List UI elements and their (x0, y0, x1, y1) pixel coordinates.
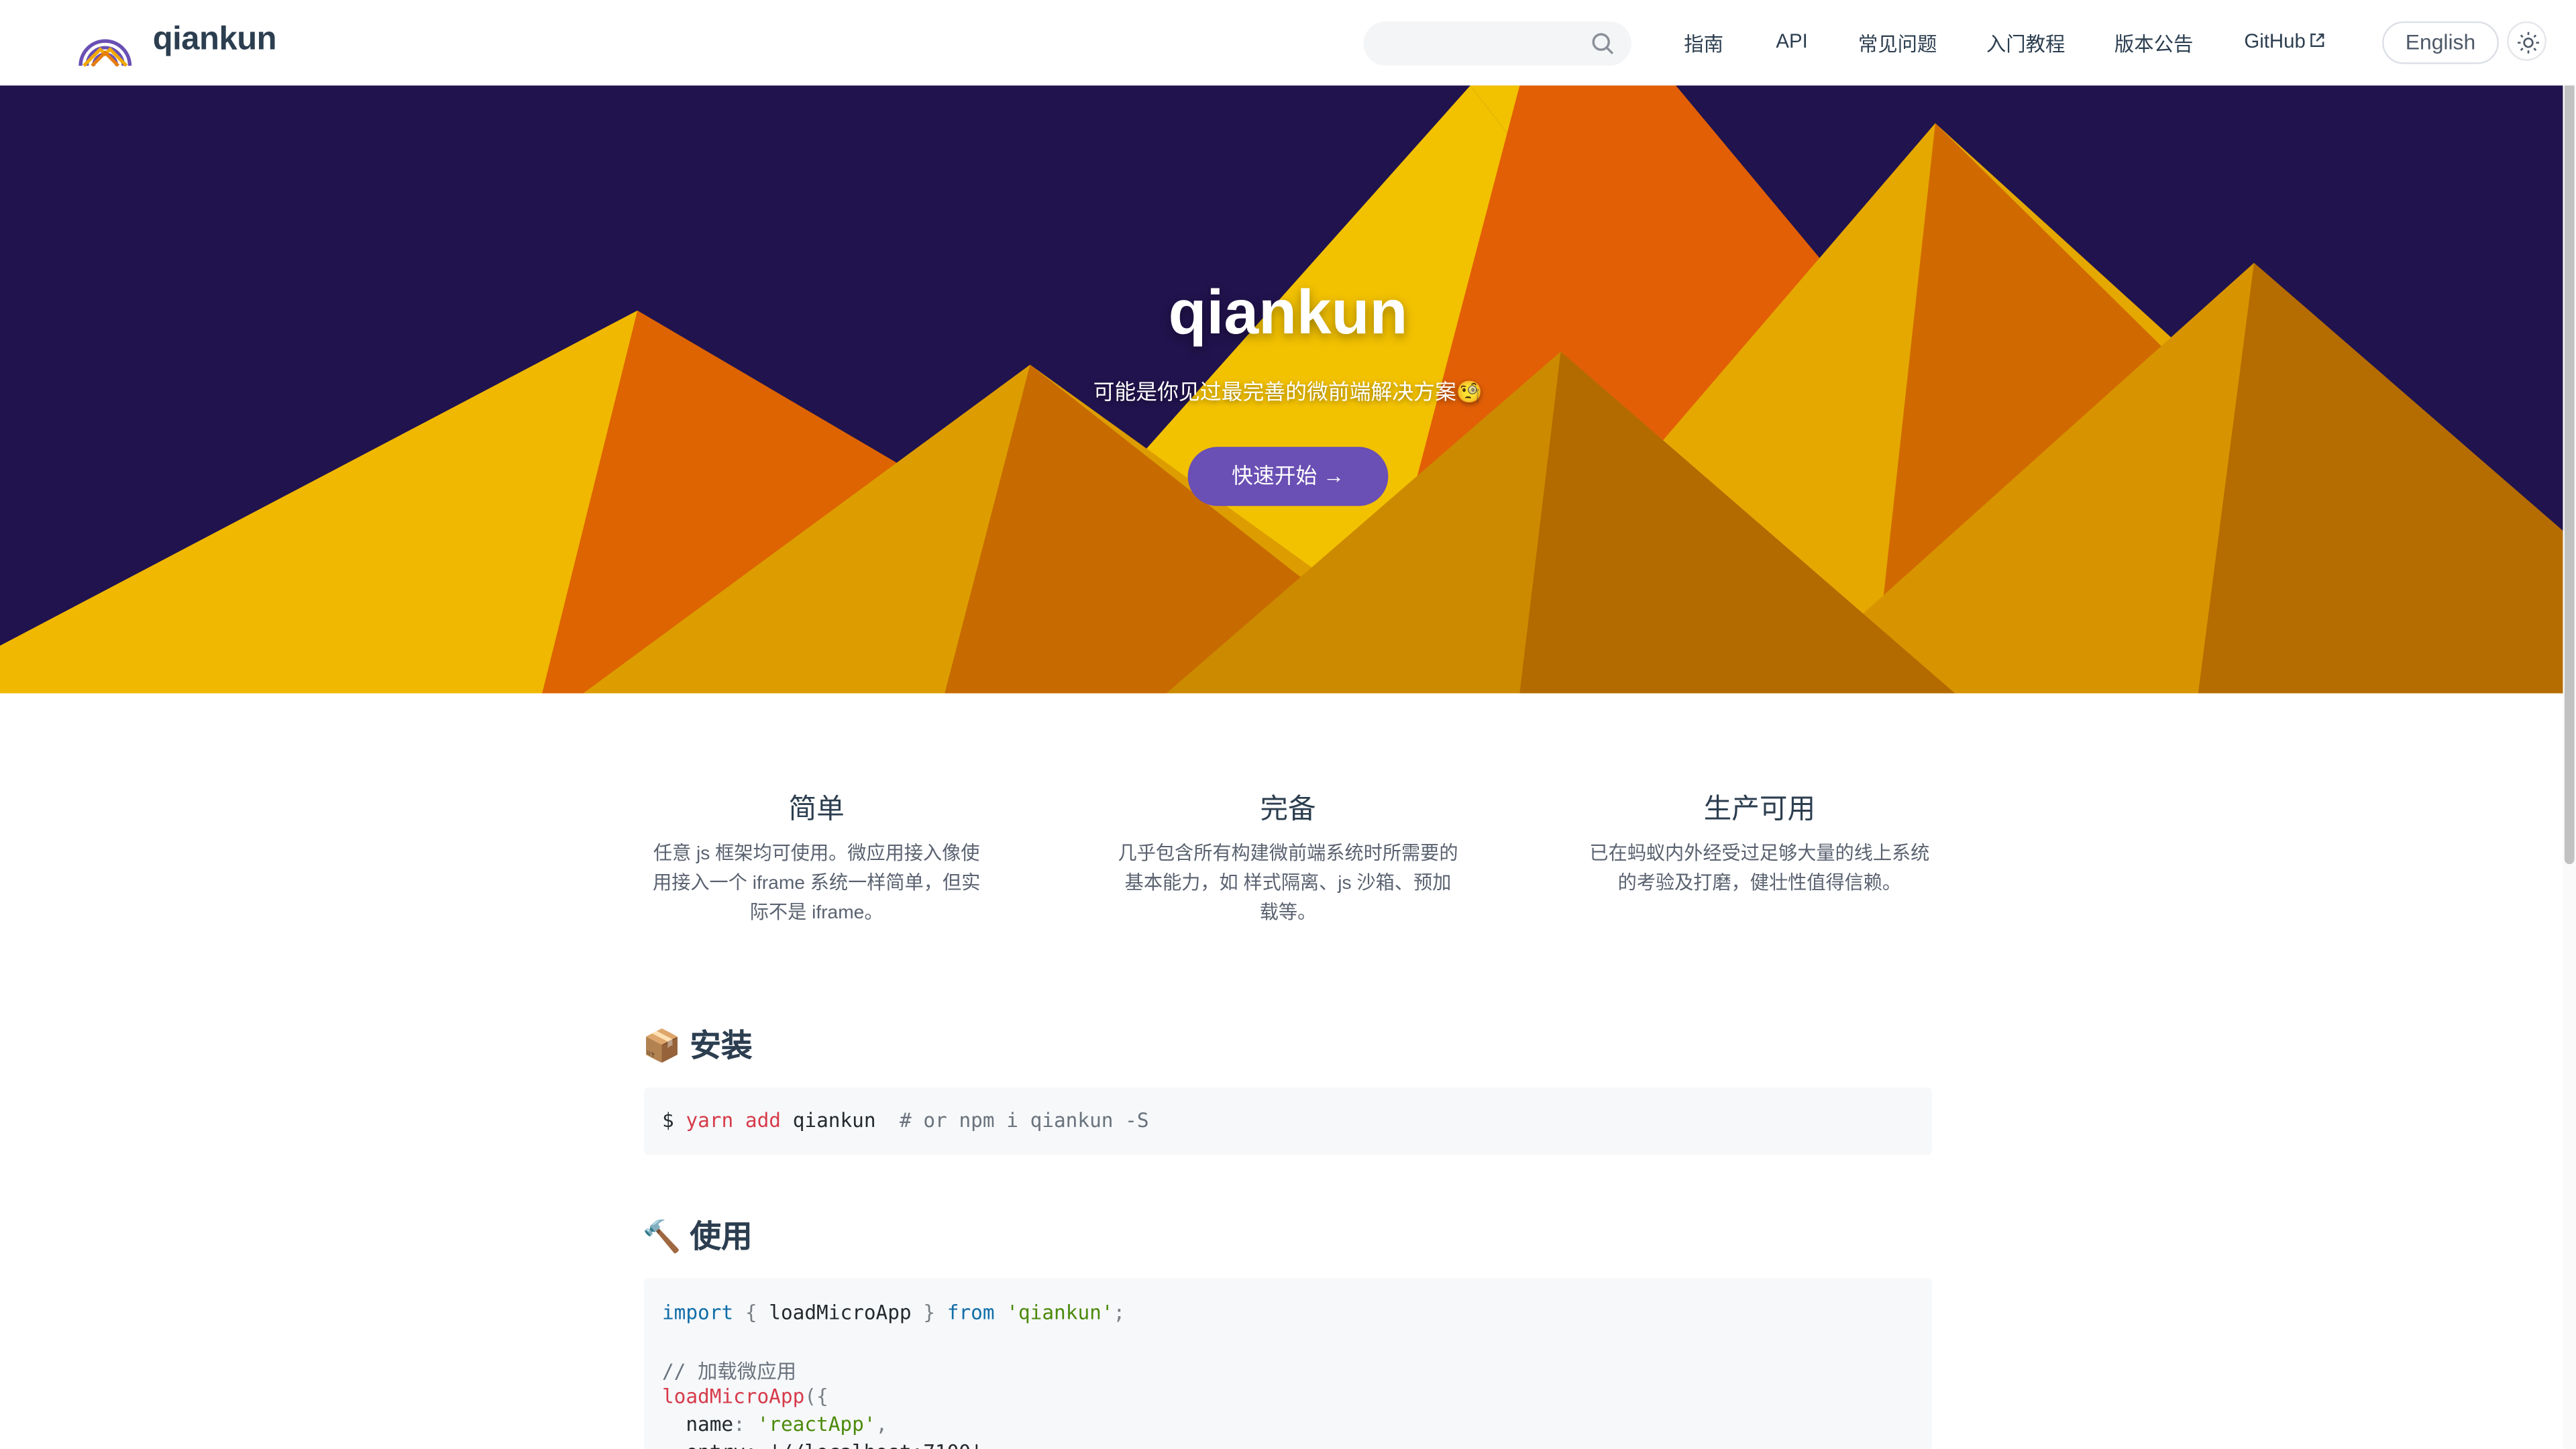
feature-title: 简单 (788, 793, 845, 825)
code-line-name: name: 'reactApp', (686, 1413, 888, 1436)
external-link-icon (2311, 33, 2325, 48)
feature-complete: 完备 几乎包含所有构建微前端系统时所需要的 基本能力，如 样式隔离、js 沙箱、… (1108, 786, 1469, 928)
sun-icon (2518, 32, 2539, 54)
nav-link-tutorial[interactable]: 入门教程 (1986, 30, 2065, 58)
page: qiankun 指南 API 常见问题 入门教程 版本公告 GitHub Eng… (0, 0, 2576, 1449)
feature-description: 几乎包含所有构建微前端系统时所需要的 基本能力，如 样式隔离、js 沙箱、预加 … (1118, 844, 1458, 924)
qiankun-logo-icon[interactable] (77, 18, 133, 69)
install-command: $ yarn add qiankun # or npm i qiankun -S (661, 1109, 1149, 1132)
install-heading: 📦 安装 (642, 1030, 753, 1065)
usage-heading: 🔨 使用 (642, 1220, 753, 1256)
search-icon (1592, 33, 1614, 55)
top-navbar: qiankun 指南 API 常见问题 入门教程 版本公告 GitHub Eng… (0, 0, 2576, 86)
hero-subtitle: 可能是你见过最完善的微前端解决方案🧐 (1093, 379, 1483, 405)
code-line-entry: entry: '//localhost:7100', (662, 1441, 994, 1449)
hero-banner: qiankun 可能是你见过最完善的微前端解决方案🧐 快速开始 → (0, 85, 2576, 694)
language-switch-button[interactable]: English (2382, 21, 2499, 64)
github-label: GitHub (2244, 30, 2306, 53)
quick-start-button[interactable]: 快速开始 → (1187, 447, 1389, 506)
nav-link-guide[interactable]: 指南 (1684, 30, 1723, 58)
feature-title: 完备 (1260, 793, 1316, 825)
page-scrollbar-thumb[interactable] (2564, 6, 2575, 865)
nav-link-changelog[interactable]: 版本公告 (2114, 30, 2194, 58)
code-line-comment: // 加载微应用 (661, 1360, 796, 1384)
feature-simple: 简单 任意 js 框架均可使用。微应用接入像使 用接入一个 iframe 系统一… (636, 786, 998, 928)
feature-production-ready: 生产可用 已在蚂蚁内外经受过足够大量的线上系统 的考验及打磨，健壮性值得信赖。 (1578, 786, 1940, 899)
feature-title: 生产可用 (1703, 793, 1816, 825)
nav-link-github[interactable]: GitHub (2244, 30, 2325, 52)
code-line-call: loadMicroApp({ (661, 1385, 828, 1408)
usage-code-block[interactable]: import { loadMicroApp } from 'qiankun'; … (644, 1278, 1933, 1449)
brand-name[interactable]: qiankun (153, 21, 277, 59)
code-line-import: import { loadMicroApp } from 'qiankun'; (661, 1301, 1126, 1324)
nav-link-api[interactable]: API (1776, 30, 1807, 52)
theme-toggle-button[interactable] (2507, 21, 2546, 61)
hero-title: qiankun (1168, 279, 1408, 349)
install-code-block[interactable]: $ yarn add qiankun # or npm i qiankun -S (644, 1087, 1933, 1155)
feature-description: 任意 js 框架均可使用。微应用接入像使 用接入一个 iframe 系统一样简单… (653, 844, 981, 924)
search-input[interactable] (1363, 21, 1631, 66)
feature-description: 已在蚂蚁内外经受过足够大量的线上系统 的考验及打磨，健壮性值得信赖。 (1589, 844, 1930, 894)
nav-link-faq[interactable]: 常见问题 (1858, 30, 1937, 58)
